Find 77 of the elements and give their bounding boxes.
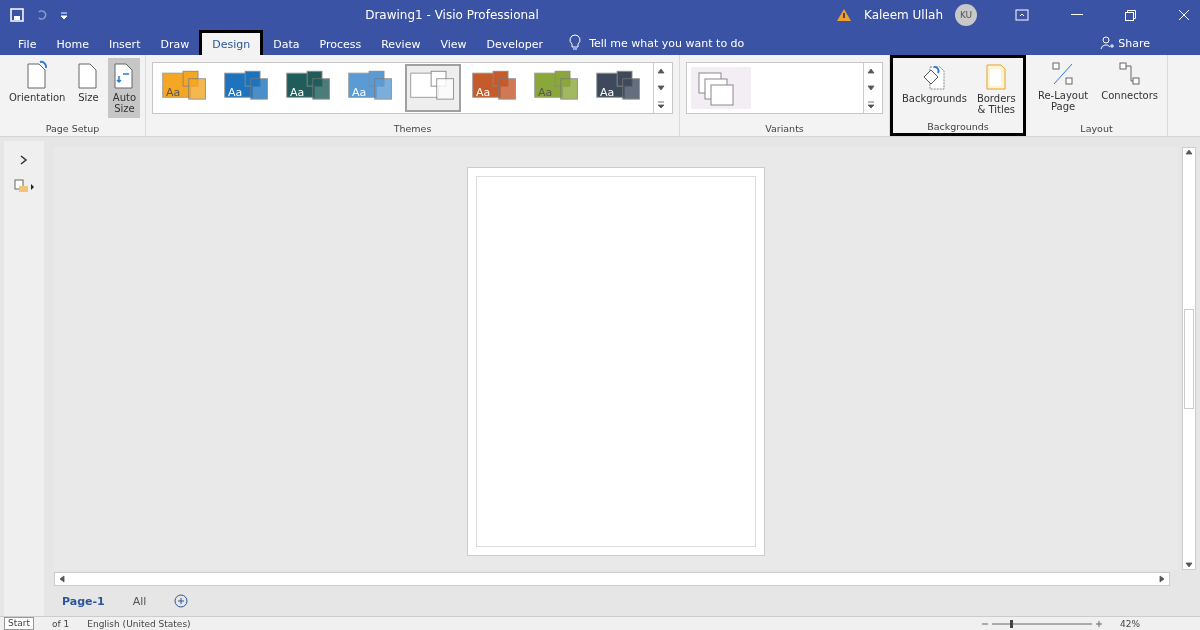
save-icon[interactable] (10, 8, 24, 22)
gallery-more-icon[interactable] (657, 100, 665, 109)
window-title: Drawing1 - Visio Professional (364, 8, 540, 22)
page-number-field[interactable]: Start (4, 617, 34, 630)
ribbon-tab[interactable]: Developer (476, 33, 554, 55)
scroll-down-icon[interactable] (1185, 561, 1193, 569)
theme-tile[interactable]: Aa (467, 64, 523, 112)
group-label: Themes (392, 123, 433, 136)
undo-icon[interactable] (36, 9, 48, 21)
zoom-level[interactable]: 42% (1120, 618, 1200, 629)
share-button[interactable]: Share (1114, 37, 1200, 55)
theme-label: Aa (538, 86, 553, 99)
page-count: of 1 (52, 618, 70, 629)
ribbon-display-icon[interactable] (1015, 9, 1029, 21)
customize-icon[interactable] (60, 10, 68, 20)
theme-tile[interactable]: Aa (157, 64, 213, 112)
theme-label: Aa (600, 86, 615, 99)
ribbon-tab[interactable]: Design (199, 30, 264, 55)
theme-tile[interactable] (405, 64, 461, 112)
scroll-down-icon[interactable] (867, 84, 875, 92)
ribbon-tab[interactable]: Data (263, 33, 310, 55)
vertical-scrollbar[interactable] (1182, 147, 1196, 570)
page-tab[interactable]: Page-1 (62, 594, 105, 608)
person-add-icon[interactable] (1100, 36, 1115, 50)
minimize-icon[interactable] (1071, 14, 1083, 16)
lightbulb-icon[interactable] (569, 34, 582, 52)
page-border-icon (985, 63, 1008, 91)
group-label: Backgrounds (926, 121, 990, 134)
group-label: Page Setup (44, 123, 101, 136)
chevron-right-icon[interactable] (20, 155, 28, 165)
ribbon-button[interactable]: Re-Layout Page (1032, 58, 1095, 118)
ribbon-tab[interactable]: Home (46, 33, 99, 55)
theme-tile[interactable]: Aa (591, 64, 647, 112)
user-avatar[interactable]: KU (955, 4, 977, 26)
language-status: English (United States) (87, 618, 191, 629)
scroll-left-icon[interactable] (58, 575, 66, 583)
ribbon-button[interactable]: Size (72, 58, 105, 118)
shapes-folder-icon[interactable] (14, 179, 34, 193)
theme-label: Aa (476, 86, 491, 99)
ribbon-tab[interactable]: Draw (150, 33, 200, 55)
theme-label: Aa (166, 86, 181, 99)
connectors-icon (1116, 60, 1143, 88)
warning-icon[interactable] (835, 8, 852, 22)
ribbon-tab[interactable]: Insert (98, 33, 151, 55)
restore-icon[interactable] (1125, 9, 1136, 21)
scroll-up-icon[interactable] (657, 67, 665, 76)
ribbon-tab[interactable]: Process (309, 33, 372, 55)
all-pages-button[interactable]: All (132, 594, 147, 608)
scroll-right-icon[interactable] (1158, 575, 1166, 583)
theme-label: Aa (228, 86, 243, 99)
theme-tile[interactable]: Aa (219, 64, 275, 112)
scroll-up-icon[interactable] (1185, 148, 1193, 156)
scroll-thumb[interactable] (1184, 308, 1194, 409)
group-label: Variants (764, 123, 805, 136)
user-name[interactable]: Kaleem Ullah (863, 8, 943, 22)
theme-label: Aa (352, 86, 367, 99)
ribbon-tab[interactable]: View (430, 33, 477, 55)
variant-tile[interactable] (691, 67, 751, 109)
gallery-more-icon[interactable] (867, 100, 875, 109)
horizontal-scrollbar[interactable] (54, 572, 1170, 586)
ribbon-button[interactable]: Borders & Titles (973, 61, 1019, 121)
ribbon-button[interactable]: Orientation (6, 58, 69, 118)
paint-bucket-icon (922, 63, 947, 91)
ribbon-button[interactable]: Backgrounds (899, 61, 970, 121)
zoom-slider-icon[interactable] (982, 619, 1102, 628)
close-icon[interactable] (1178, 9, 1190, 21)
group-label: Layout (1079, 123, 1114, 136)
scroll-up-icon[interactable] (867, 67, 875, 76)
ribbon-button[interactable]: Auto Size (108, 58, 141, 118)
theme-label: Aa (290, 86, 305, 99)
add-page-icon[interactable] (174, 594, 189, 608)
theme-tile[interactable]: Aa (281, 64, 337, 112)
ribbon-tab[interactable]: File (8, 33, 47, 55)
ribbon-button[interactable]: Connectors (1098, 58, 1161, 118)
ribbon-tab[interactable]: Review (371, 33, 431, 55)
scroll-down-icon[interactable] (657, 84, 665, 92)
tell-me-field[interactable]: Tell me what you want to do (581, 37, 753, 55)
